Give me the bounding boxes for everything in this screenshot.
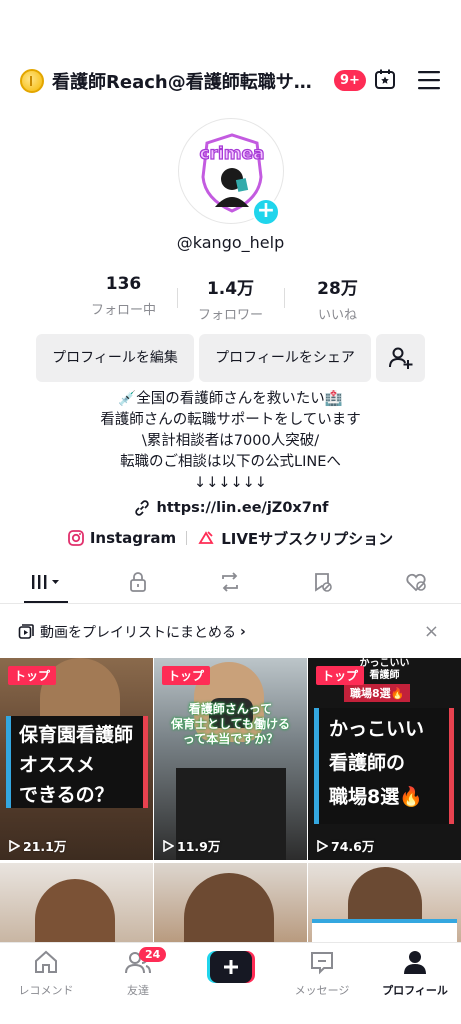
bio-line: \累計相談者は7000人突破/ xyxy=(141,433,320,449)
nav-home[interactable]: レコメンド xyxy=(0,949,92,998)
play-icon xyxy=(317,839,328,852)
live-label: LIVEサブスクリプション xyxy=(221,529,394,548)
home-icon xyxy=(35,950,57,973)
calendar-icon[interactable] xyxy=(373,67,397,91)
username: @kango_help xyxy=(176,233,285,252)
heart-hidden-icon xyxy=(406,573,426,592)
playlist-text: 動画をプレイリストにまとめる xyxy=(40,625,236,641)
message-icon xyxy=(311,952,333,975)
thumbnail-figure xyxy=(35,879,115,943)
bio-line: 看護師さんの転職サポートをしています xyxy=(100,412,361,428)
lock-icon xyxy=(130,572,146,592)
nav-label: レコメンド xyxy=(18,984,74,997)
grid-icon xyxy=(32,575,59,589)
bio-line: ↓↓↓↓↓↓ xyxy=(194,475,267,491)
tab-videos[interactable] xyxy=(22,560,70,604)
link-text: https://lin.ee/jZ0x7nf xyxy=(156,500,329,516)
tab-private[interactable] xyxy=(116,560,160,604)
video-caption: 保育園看護師 オススメ できるの？ xyxy=(6,716,148,808)
thumbnail-caption-box xyxy=(312,919,457,943)
nav-label: メッセージ xyxy=(294,984,350,997)
stat-likes[interactable]: 28万 いいね xyxy=(284,274,391,323)
coin-icon[interactable] xyxy=(20,69,44,93)
stat-label: フォロー中 xyxy=(90,303,156,318)
instagram-label: Instagram xyxy=(89,529,177,547)
stat-following[interactable]: 136 フォロー中 xyxy=(70,274,177,322)
video-thumbnail[interactable] xyxy=(0,863,153,943)
social-links: Instagram LIVEサブスクリプション xyxy=(0,527,461,549)
play-icon xyxy=(163,839,174,852)
video-thumbnail[interactable] xyxy=(308,863,461,943)
close-icon[interactable]: × xyxy=(424,621,439,642)
bottom-navigation: レコメンド 友達 24 メッセージ プロフィール xyxy=(0,942,461,1024)
content-tabs xyxy=(0,560,461,604)
pinned-tag: トップ xyxy=(162,666,211,685)
pinned-tag: トップ xyxy=(8,666,57,685)
video-thumbnail[interactable] xyxy=(154,863,307,943)
view-count: 11.9万 xyxy=(162,836,220,855)
video-subcaption: 職場8選🔥 xyxy=(344,684,411,702)
hamburger-menu-icon[interactable] xyxy=(418,70,440,90)
stat-label: フォロワー xyxy=(197,308,263,323)
edit-profile-button[interactable]: プロフィールを編集 xyxy=(36,334,194,382)
add-avatar-button[interactable]: + xyxy=(252,198,280,226)
chevron-right-icon: › xyxy=(240,624,246,640)
friends-badge: 24 xyxy=(139,947,167,962)
nav-label: プロフィール xyxy=(382,984,448,997)
live-subscription-icon xyxy=(198,531,214,544)
tab-liked[interactable] xyxy=(394,560,438,604)
nav-profile[interactable]: プロフィール xyxy=(369,949,461,998)
create-button[interactable] xyxy=(207,951,255,983)
share-profile-button[interactable]: プロフィールをシェア xyxy=(199,334,371,382)
view-count-text: 21.1万 xyxy=(23,839,67,854)
stat-value: 28万 xyxy=(317,279,358,299)
view-count: 21.1万 xyxy=(8,836,66,855)
bio-line: 転職のご相談は以下の公式LINEへ xyxy=(120,454,341,470)
video-caption: かっこいい 看護師の 職場8選🔥 xyxy=(314,708,454,824)
stat-followers[interactable]: 1.4万 フォロワー xyxy=(177,274,284,323)
nav-friends[interactable]: 友達 xyxy=(92,949,184,998)
stat-value: 136 xyxy=(105,274,142,294)
nav-label: 友達 xyxy=(127,984,149,997)
profile-avatar[interactable]: crimea + xyxy=(178,118,284,226)
bio-link[interactable]: https://lin.ee/jZ0x7nf xyxy=(0,499,461,517)
link-icon xyxy=(134,500,149,516)
video-caption: 看護師さんって 保育士としても働ける って本当ですか？ xyxy=(170,702,291,746)
profile-title[interactable]: 看護師Reach@看護師転職サ… xyxy=(52,68,327,94)
stat-label: いいね xyxy=(317,308,357,323)
playlist-icon xyxy=(18,624,34,639)
instagram-icon xyxy=(67,530,84,546)
video-thumbnail[interactable]: トップ 看護師さんって 保育士としても働ける って本当ですか？ 11.9万 xyxy=(154,658,307,860)
video-thumbnail[interactable]: かっこいい 看護師 職場8選🔥 トップ かっこいい 看護師の 職場8選🔥 74.… xyxy=(308,658,461,860)
bio-line: 💉全国の看護師さんを救いたい🏥 xyxy=(118,391,343,407)
tab-reposts[interactable] xyxy=(208,560,252,604)
active-tab-indicator xyxy=(24,601,68,603)
add-friend-button[interactable] xyxy=(376,334,425,382)
divider xyxy=(186,531,188,545)
stat-value: 1.4万 xyxy=(206,279,255,299)
repost-icon xyxy=(222,572,238,592)
instagram-link[interactable]: Instagram xyxy=(67,529,177,547)
thumbnail-figure xyxy=(348,867,422,927)
profile-bio: 💉全国の看護師さんを救いたい🏥 看護師さんの転職サポートをしています \累計相談… xyxy=(0,389,461,494)
live-subscription-link[interactable]: LIVEサブスクリプション xyxy=(197,528,393,549)
pinned-tag: トップ xyxy=(316,666,365,685)
tab-favorites[interactable] xyxy=(300,560,344,604)
profile-stats: 136 フォロー中 1.4万 フォロワー 28万 いいね xyxy=(70,274,391,323)
profile-icon xyxy=(404,951,426,974)
video-thumbnail[interactable]: トップ 保育園看護師 オススメ できるの？ 21.1万 xyxy=(0,658,153,860)
view-count-text: 11.9万 xyxy=(177,839,221,854)
thumbnail-figure xyxy=(184,873,274,943)
play-icon xyxy=(9,839,20,852)
bookmark-hidden-icon xyxy=(315,573,332,592)
view-count: 74.6万 xyxy=(316,836,374,855)
notification-badge[interactable]: 9+ xyxy=(334,70,366,91)
view-count-text: 74.6万 xyxy=(331,839,375,854)
add-user-icon xyxy=(388,347,412,369)
nav-inbox[interactable]: メッセージ xyxy=(276,949,368,998)
avatar-logo-text: crimea xyxy=(199,144,264,164)
profile-header: 看護師Reach@看護師転職サ… 9+ xyxy=(0,58,461,102)
playlist-prompt[interactable]: 動画をプレイリストにまとめる › × xyxy=(0,612,461,652)
